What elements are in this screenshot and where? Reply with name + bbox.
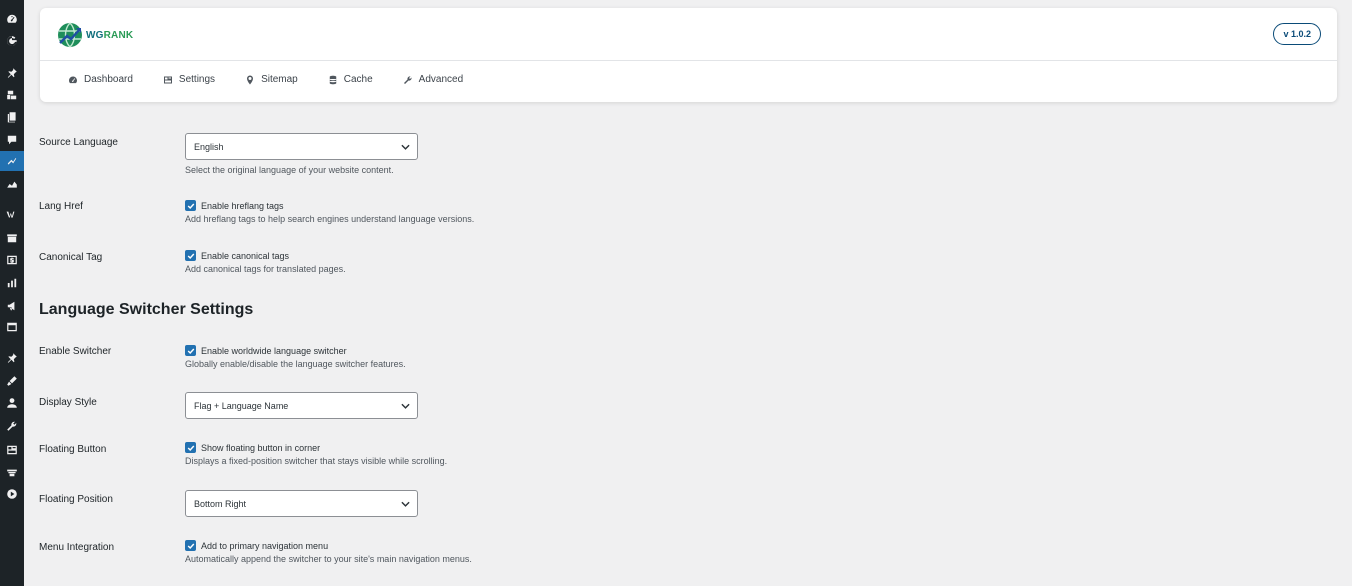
tab-settings[interactable]: Settings [163,74,215,85]
settings-icon[interactable] [0,440,24,460]
section-title: Language Switcher Settings [39,301,254,318]
admin-sidebar [0,0,24,586]
pin-icon[interactable] [0,63,24,83]
display-style-label: Display Style [39,397,97,408]
floating-button-option: Show floating button in corner [185,442,447,453]
dashboard-icon[interactable] [0,9,24,29]
payments-icon[interactable] [0,250,24,270]
woo-icon[interactable] [0,204,24,224]
lang-href-description: Add hreflang tags to help search engines… [185,214,475,224]
dashboard-icon [69,76,77,83]
tools-pin-icon[interactable] [0,348,24,368]
plugin-tabs: Dashboard Settings Sitemap Cache Advance… [68,74,493,85]
enable-switcher-description: Globally enable/disable the language swi… [185,359,406,369]
checkmark-icon [187,543,194,549]
tab-cache[interactable]: Cache [328,74,373,85]
map-pin-icon [247,75,254,84]
floating-button-checkbox[interactable] [185,442,196,453]
menu-integration-checkbox[interactable] [185,540,196,551]
analytics-icon[interactable] [0,273,24,293]
menu-integration-description: Automatically append the switcher to you… [185,554,472,564]
checkmark-icon [187,445,194,451]
pages-icon[interactable] [0,107,24,127]
chart-icon[interactable] [0,174,24,194]
lang-href-checkbox[interactable] [185,200,196,211]
tab-label: Sitemap [261,74,298,85]
floating-position-select[interactable]: Bottom Right [185,490,418,517]
checkbox-label: Enable canonical tags [201,250,290,261]
plugin-header: WGRANK v 1.0.2 Dashboard Settings Sitema… [40,8,1337,102]
enable-switcher-option: Enable worldwide language switcher [185,345,406,356]
enable-switcher-label: Enable Switcher [39,346,112,357]
table-icon[interactable] [0,462,24,482]
select-value: Flag + Language Name [194,400,289,411]
lang-href-label: Lang Href [39,201,83,212]
wgrank-logo: WGRANK [56,21,133,49]
canonical-tag-checkbox[interactable] [185,250,196,261]
source-language-label: Source Language [39,137,118,148]
floating-button-label: Floating Button [39,444,107,455]
chevron-down-icon [401,144,410,150]
globe-logo-icon [58,22,82,48]
select-value: English [194,141,224,152]
calendar-icon[interactable] [0,317,24,337]
floating-position-label: Floating Position [39,494,113,505]
wrench-icon[interactable] [0,416,24,436]
canonical-tag-description: Add canonical tags for translated pages. [185,264,346,274]
lang-href-option: Enable hreflang tags [185,200,474,211]
tab-sitemap[interactable]: Sitemap [245,74,298,85]
select-value: Bottom Right [194,498,247,509]
menu-integration-label: Menu Integration [39,542,115,553]
checkbox-label: Enable hreflang tags [201,200,284,211]
play-icon[interactable] [0,484,24,504]
tab-advanced[interactable]: Advanced [403,74,463,85]
comments-icon[interactable] [0,130,24,150]
wrench-icon [403,75,412,84]
tab-label: Cache [343,74,373,85]
products-icon[interactable] [0,228,24,248]
source-language-description: Select the original language of your web… [185,165,394,175]
display-style-select[interactable]: Flag + Language Name [185,392,418,419]
settings-icon [163,76,172,83]
header-top: WGRANK v 1.0.2 [40,8,1337,61]
chevron-down-icon [401,403,410,409]
enable-switcher-checkbox[interactable] [185,345,196,356]
checkbox-label: Show floating button in corner [201,442,321,453]
checkmark-icon [187,348,194,354]
wgrank-icon[interactable] [0,151,24,171]
version-badge: v 1.0.2 [1273,23,1321,45]
tab-label: Dashboard [84,74,133,85]
checkmark-icon [187,203,194,209]
users-icon[interactable] [0,393,24,413]
canonical-tag-label: Canonical Tag [39,252,103,263]
marketing-icon[interactable] [0,296,24,316]
google-icon[interactable] [0,31,24,51]
source-language-select[interactable]: English [185,133,418,160]
tab-label: Advanced [418,74,464,85]
chevron-down-icon [401,501,410,507]
logo-text: WGRANK [86,29,134,41]
media-icon[interactable] [0,85,24,105]
menu-integration-option: Add to primary navigation menu [185,540,472,551]
floating-button-description: Displays a fixed-position switcher that … [185,456,448,466]
tab-dashboard[interactable]: Dashboard [68,74,133,85]
checkbox-label: Enable worldwide language switcher [201,345,347,356]
appearance-icon[interactable] [0,371,24,391]
canonical-tag-option: Enable canonical tags [185,250,346,261]
database-icon [329,74,337,85]
checkbox-label: Add to primary navigation menu [201,540,329,551]
checkmark-icon [187,253,194,259]
tab-label: Settings [178,74,216,85]
